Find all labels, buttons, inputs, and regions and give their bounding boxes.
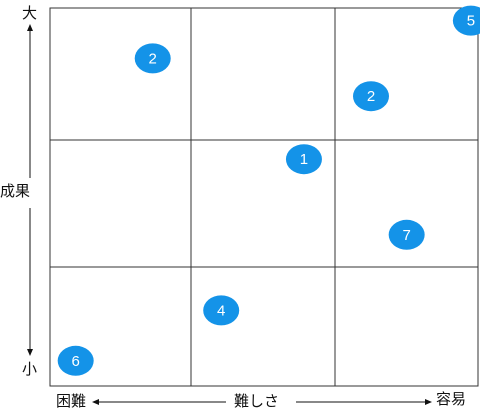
marker: 4	[203, 295, 240, 326]
marker-label: 2	[367, 88, 375, 105]
arrow-left-icon	[92, 399, 99, 405]
y-axis-top-label: 大	[22, 4, 38, 22]
marker-label: 5	[467, 13, 475, 30]
x-axis-left-label: 困難	[56, 392, 87, 410]
markers: 5 2 2 1 7 4 6	[57, 5, 480, 376]
x-axis-right-label: 容易	[436, 390, 467, 408]
marker-label: 2	[149, 50, 157, 67]
arrow-up-icon	[27, 24, 33, 31]
marker: 7	[388, 219, 425, 250]
marker-label: 7	[402, 227, 410, 244]
y-axis-bottom-label: 小	[22, 360, 38, 378]
marker-label: 1	[300, 151, 308, 168]
marker-label: 4	[217, 302, 225, 319]
marker-label: 6	[72, 353, 80, 370]
marker: 2	[353, 81, 389, 112]
arrow-down-icon	[27, 349, 33, 356]
marker: 2	[134, 43, 171, 74]
marker: 1	[285, 144, 322, 175]
grid-border	[49, 7, 479, 387]
grid	[49, 7, 479, 387]
arrow-right-icon	[425, 399, 432, 405]
priority-matrix: 5 2 2 1 7 4 6	[27, 5, 480, 405]
marker: 6	[57, 345, 94, 376]
marker: 5	[452, 5, 480, 36]
y-axis-title: 成果	[0, 182, 31, 200]
x-axis-title: 難しさ	[234, 392, 280, 410]
